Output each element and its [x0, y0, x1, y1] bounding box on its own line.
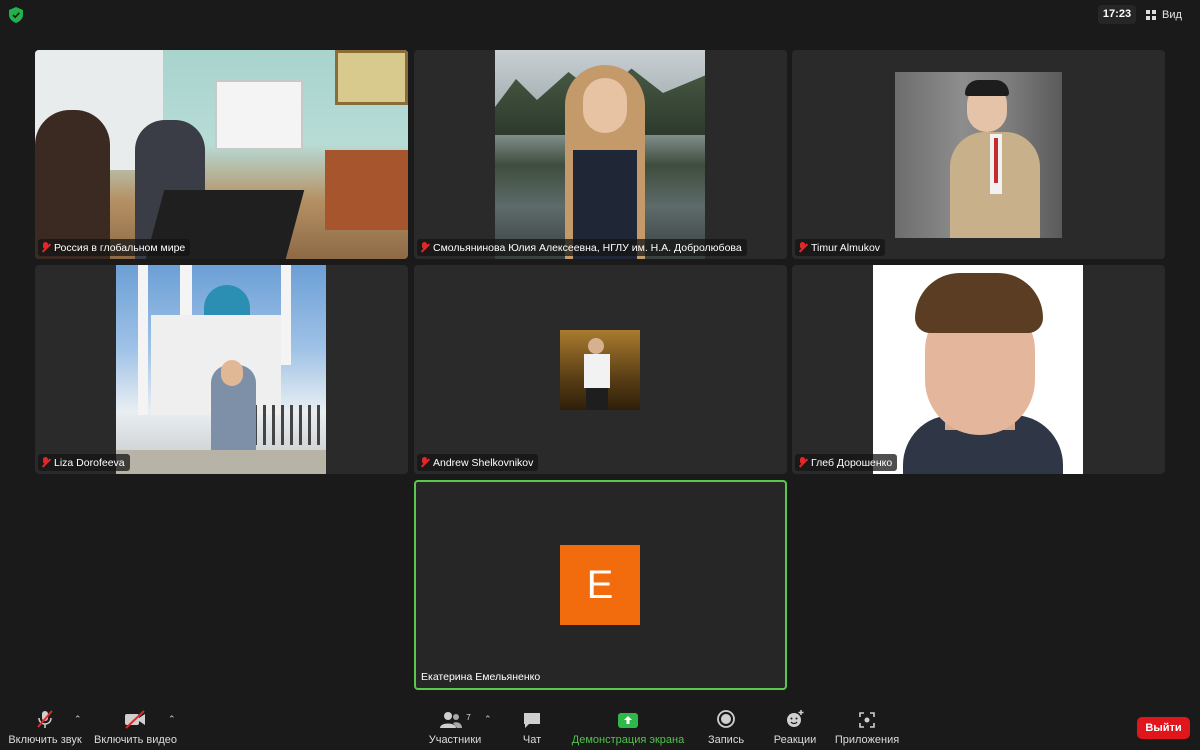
record-icon: [717, 710, 735, 728]
participants-options-caret-icon[interactable]: ⌃: [484, 714, 492, 725]
mic-muted-icon: [798, 242, 807, 253]
participant-name: Liza Dorofeeva: [54, 456, 125, 469]
participant-name: Timur Almukov: [811, 241, 881, 254]
chat-button[interactable]: Чат: [512, 705, 552, 750]
view-label: Вид: [1162, 8, 1182, 21]
participant-name-tag: Россия в глобальном мире: [38, 239, 191, 256]
participants-count: 7: [466, 713, 471, 722]
participant-name: Екатерина Емельяненко: [421, 670, 541, 683]
participant-name-tag: Екатерина Емельяненко: [419, 668, 545, 685]
view-button[interactable]: Вид: [1146, 5, 1182, 24]
participant-tile-active-speaker[interactable]: E Екатерина Емельяненко: [414, 480, 787, 690]
grid-view-icon: [1146, 9, 1156, 20]
mic-muted-icon: [41, 457, 50, 468]
mic-muted-icon: [41, 242, 50, 253]
participant-name: Andrew Shelkovnikov: [433, 456, 534, 469]
audio-options-caret-icon[interactable]: ⌃: [74, 714, 82, 725]
apps-icon: [859, 712, 875, 728]
chat-bubble-icon: [524, 713, 540, 728]
mic-muted-icon: [420, 242, 429, 253]
participant-name-tag: Смольянинова Юлия Алексеевна, НГЛУ им. Н…: [417, 239, 747, 256]
share-screen-label: Демонстрация экрана: [571, 734, 685, 746]
participant-video: [560, 330, 640, 410]
apps-button[interactable]: Приложения: [833, 705, 901, 750]
security-shield-icon[interactable]: [9, 7, 23, 23]
mic-muted-icon: [798, 457, 807, 468]
participant-tile[interactable]: Россия в глобальном мире: [35, 50, 408, 259]
participant-name: Россия в глобальном мире: [54, 241, 186, 254]
top-bar: 17:23 Вид: [0, 0, 1200, 30]
participant-video: [116, 265, 326, 474]
participant-tile[interactable]: Timur Almukov: [792, 50, 1165, 259]
start-video-label: Включить видео: [94, 734, 178, 746]
participant-name-tag: Liza Dorofeeva: [38, 454, 130, 471]
participant-video: [873, 265, 1083, 474]
participant-tile[interactable]: Глеб Дорошенко: [792, 265, 1165, 474]
apps-label: Приложения: [834, 734, 900, 746]
record-label: Запись: [707, 734, 745, 746]
participants-button[interactable]: 7 Участники: [425, 705, 485, 750]
meeting-toolbar: Включить звук ⌃ Включить видео ⌃ 7 Участ…: [0, 705, 1200, 750]
microphone-muted-icon: [37, 710, 53, 728]
participant-tile[interactable]: Смольянинова Юлия Алексеевна, НГЛУ им. Н…: [414, 50, 787, 259]
unmute-button[interactable]: Включить звук: [8, 705, 82, 750]
chat-label: Чат: [522, 734, 542, 746]
participant-video: [495, 50, 705, 259]
reactions-button[interactable]: Реакции: [770, 705, 820, 750]
unmute-label: Включить звук: [8, 734, 82, 746]
participant-tile[interactable]: Andrew Shelkovnikov: [414, 265, 787, 474]
participants-icon: [440, 712, 463, 728]
meeting-clock: 17:23: [1098, 5, 1136, 24]
reactions-emoji-icon: [787, 710, 804, 727]
mic-muted-icon: [420, 457, 429, 468]
reactions-label: Реакции: [773, 734, 817, 746]
participant-name-tag: Timur Almukov: [795, 239, 886, 256]
share-screen-icon: [618, 713, 638, 728]
leave-meeting-button[interactable]: Выйти: [1137, 717, 1190, 739]
participants-label: Участники: [428, 734, 482, 746]
participant-name-tag: Andrew Shelkovnikov: [417, 454, 539, 471]
camera-off-icon: [125, 710, 145, 729]
share-screen-button[interactable]: Демонстрация экрана: [570, 705, 686, 750]
record-button[interactable]: Запись: [704, 705, 748, 750]
participant-name: Смольянинова Юлия Алексеевна, НГЛУ им. Н…: [433, 241, 742, 254]
participant-video: [35, 50, 408, 259]
participant-avatar: E: [560, 545, 640, 625]
participant-tile[interactable]: Liza Dorofeeva: [35, 265, 408, 474]
video-options-caret-icon[interactable]: ⌃: [168, 714, 176, 725]
participant-video: [895, 72, 1062, 238]
participant-name: Глеб Дорошенко: [811, 456, 893, 469]
start-video-button[interactable]: Включить видео: [94, 705, 178, 750]
participant-name-tag: Глеб Дорошенко: [795, 454, 898, 471]
